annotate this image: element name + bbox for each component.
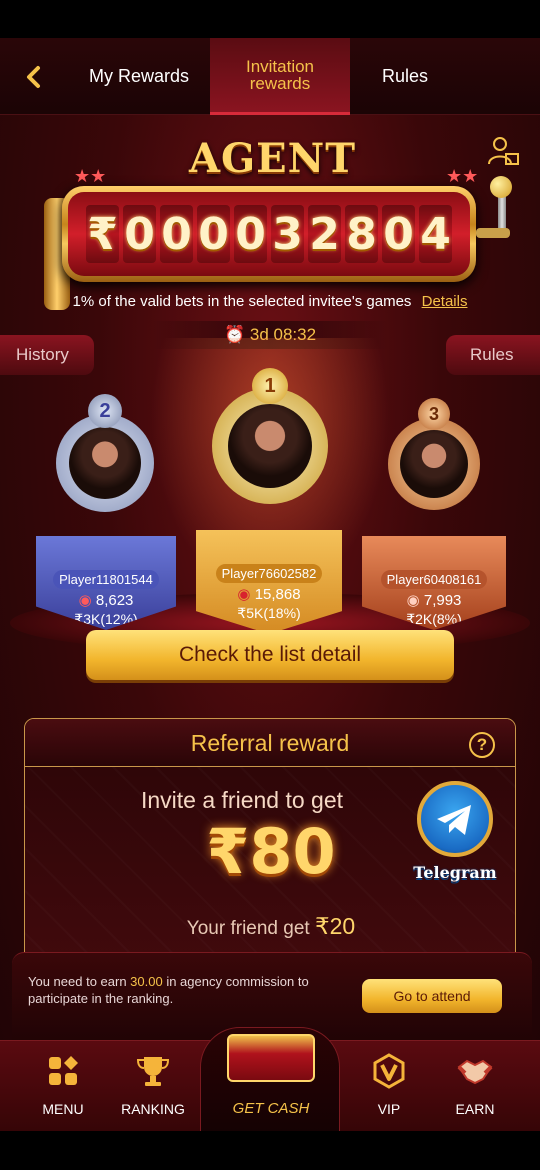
avatar-frame-silver (56, 414, 154, 512)
avatar (400, 430, 468, 498)
tab-invitation-rewards[interactable]: Invitation rewards (210, 38, 350, 115)
jackpot-digit: 8 (345, 205, 378, 263)
notice-text: You need to earn 30.00 in agency commiss… (28, 974, 309, 1006)
currency-symbol: ₹ (86, 205, 119, 263)
go-to-attend-button[interactable]: Go to attend (362, 979, 502, 1013)
nav-earn[interactable]: EARN (430, 1041, 520, 1131)
target-icon: ◉ (237, 586, 251, 603)
jackpot-digit: 0 (160, 205, 193, 263)
treasure-chest-icon (227, 1034, 315, 1082)
referral-title: Referral reward (25, 719, 515, 767)
player-name: Player11801544 (53, 570, 159, 589)
nav-ranking[interactable]: RANKING (108, 1041, 198, 1131)
jackpot-digit: 0 (234, 205, 267, 263)
star-decoration-icon: ★★ (446, 166, 479, 186)
trophy-icon (136, 1057, 170, 1086)
vip-badge-icon (373, 1053, 405, 1089)
app-screen: My Rewards Invitation rewards Rules ★★ ★★… (0, 38, 540, 1131)
nav-label: VIP (377, 1101, 401, 1117)
player-score: ◉ 8,623 (78, 592, 134, 609)
player-name: Player60408161 (380, 570, 488, 589)
telegram-label: Telegram (413, 863, 497, 882)
jackpot-digit: 4 (419, 205, 452, 263)
help-icon[interactable]: ? (469, 732, 495, 758)
system-status-bar (0, 0, 540, 38)
history-button[interactable]: History (0, 335, 94, 375)
referral-reward-card: Referral reward ? Invite a friend to get… (24, 718, 516, 978)
details-link[interactable]: Details (422, 293, 468, 310)
description-text: 1% of the valid bets in the selected inv… (72, 293, 412, 310)
system-navigation-bar (0, 1131, 540, 1170)
telegram-icon (437, 805, 471, 835)
avatar-frame-bronze (388, 418, 480, 510)
rank-badge: 1 (252, 368, 288, 404)
slot-lever-base (476, 228, 510, 238)
avatar (228, 404, 312, 488)
jackpot-digit: 0 (197, 205, 230, 263)
nav-label: RANKING (121, 1101, 185, 1117)
jackpot-digit: 2 (308, 205, 341, 263)
rules-button[interactable]: Rules (446, 335, 540, 375)
player-score: ◉ 15,868 (237, 586, 301, 603)
chevron-left-icon (27, 66, 40, 88)
jackpot-counter: ₹ 0 0 0 0 3 2 8 0 4 (62, 186, 476, 282)
check-list-detail-button[interactable]: Check the list detail (86, 630, 454, 680)
avatar-frame-gold (212, 388, 328, 504)
back-button[interactable] (18, 60, 52, 94)
bottom-navigation: MENU RANKING GET CASH VIP EARN (0, 1027, 540, 1131)
nav-label: MENU (42, 1101, 84, 1117)
rank-badge: 3 (418, 398, 450, 430)
handshake-icon (457, 1059, 493, 1085)
nav-label: GET CASH (232, 1100, 310, 1117)
tab-label: Invitation rewards (245, 57, 315, 93)
target-icon: ◉ (78, 592, 92, 609)
agent-profile-icon[interactable] (486, 134, 520, 168)
tab-my-rewards[interactable]: My Rewards (70, 38, 208, 115)
friend-reward-text: Your friend get ₹20 (186, 913, 356, 939)
tab-label: Rules (381, 66, 429, 86)
nav-menu[interactable]: MENU (18, 1041, 108, 1131)
top-tab-bar: My Rewards Invitation rewards Rules (0, 38, 540, 115)
rank-badge: 2 (88, 394, 122, 428)
user-gift-icon (488, 137, 519, 165)
target-icon: ◉ (406, 592, 420, 609)
slot-lever-knob (490, 176, 512, 198)
jackpot-description: 1% of the valid bets in the selected inv… (0, 293, 540, 310)
avatar (69, 427, 141, 499)
tab-rules[interactable]: Rules (350, 38, 460, 115)
tab-label: My Rewards (88, 66, 190, 86)
jackpot-digit: 0 (123, 205, 156, 263)
grid-menu-icon (49, 1056, 78, 1085)
nav-label: EARN (455, 1101, 495, 1117)
telegram-button[interactable] (417, 781, 493, 857)
player-name: Player76602582 (215, 564, 323, 583)
nav-vip[interactable]: VIP (344, 1041, 434, 1131)
jackpot-digit: 3 (271, 205, 304, 263)
jackpot-digit: 0 (382, 205, 415, 263)
player-score: ◉ 7,993 (406, 592, 462, 609)
nav-get-cash[interactable]: GET CASH (200, 1027, 340, 1131)
